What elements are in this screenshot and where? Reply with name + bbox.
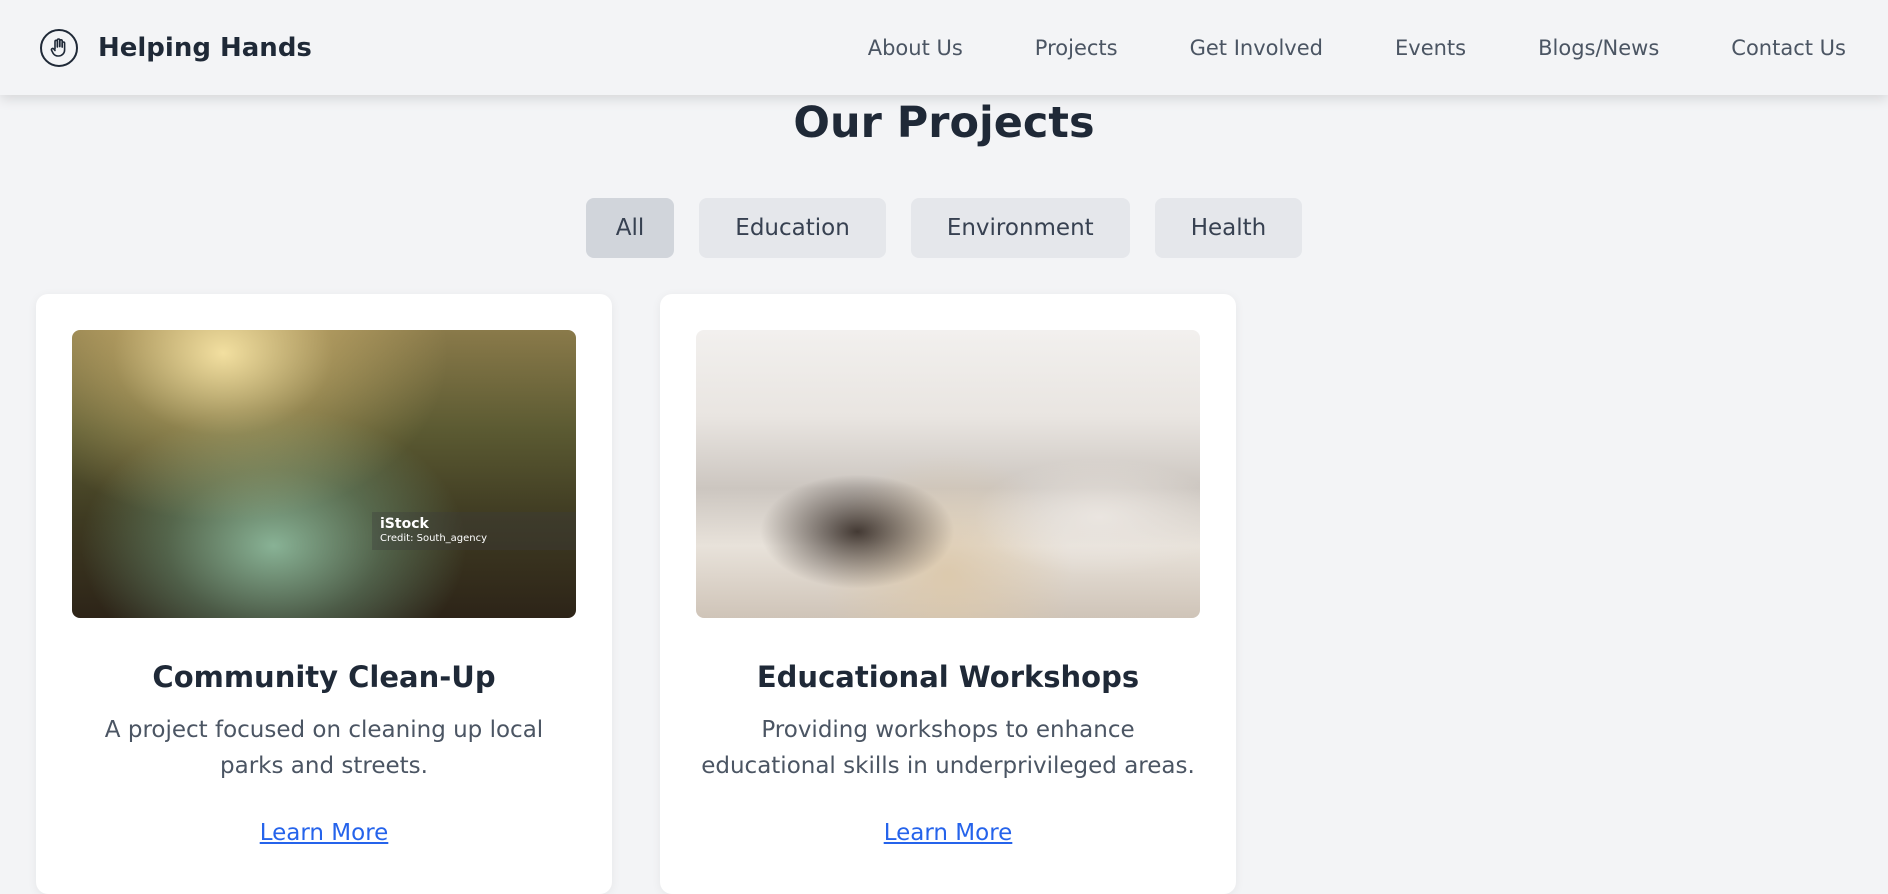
project-card-community-cleanup: iStock Credit: South_agency Community Cl…: [36, 294, 612, 894]
project-title: Community Clean-Up: [152, 660, 496, 694]
learn-more-link[interactable]: Learn More: [260, 820, 389, 846]
page-title: Our Projects: [793, 98, 1095, 148]
filter-health-button[interactable]: Health: [1154, 198, 1303, 258]
nav-contact-us[interactable]: Contact Us: [1731, 36, 1846, 60]
site-header: Helping Hands About Us Projects Get Invo…: [0, 0, 1888, 95]
project-image-workshops: [696, 330, 1200, 618]
filter-all-button[interactable]: All: [585, 198, 675, 258]
project-description: A project focused on cleaning up local p…: [104, 717, 544, 779]
nav-events[interactable]: Events: [1395, 36, 1466, 60]
learn-more-link[interactable]: Learn More: [884, 820, 1013, 846]
filter-education-button[interactable]: Education: [699, 198, 886, 258]
brand[interactable]: Helping Hands: [40, 28, 312, 67]
project-filters: All Education Environment Health: [0, 198, 1888, 258]
filter-environment-button[interactable]: Environment: [910, 198, 1130, 258]
image-watermark: iStock Credit: South_agency: [372, 512, 576, 550]
hand-icon: [40, 28, 78, 67]
nav-get-involved[interactable]: Get Involved: [1190, 36, 1323, 60]
nav-about-us[interactable]: About Us: [868, 36, 963, 60]
watermark-credit: Credit: South_agency: [380, 533, 488, 544]
project-image-cleanup: iStock Credit: South_agency: [72, 330, 576, 618]
project-cards: iStock Credit: South_agency Community Cl…: [36, 294, 1236, 894]
watermark-brand: iStock: [380, 516, 429, 532]
project-title: Educational Workshops: [756, 660, 1140, 694]
main-nav: About Us Projects Get Involved Events Bl…: [868, 36, 1846, 60]
project-description: Providing workshops to enhance education…: [701, 717, 1195, 779]
nav-projects[interactable]: Projects: [1035, 36, 1118, 60]
project-card-educational-workshops: Educational Workshops Providing workshop…: [660, 294, 1236, 894]
nav-blogs-news[interactable]: Blogs/News: [1538, 36, 1659, 60]
brand-name: Helping Hands: [98, 32, 312, 63]
